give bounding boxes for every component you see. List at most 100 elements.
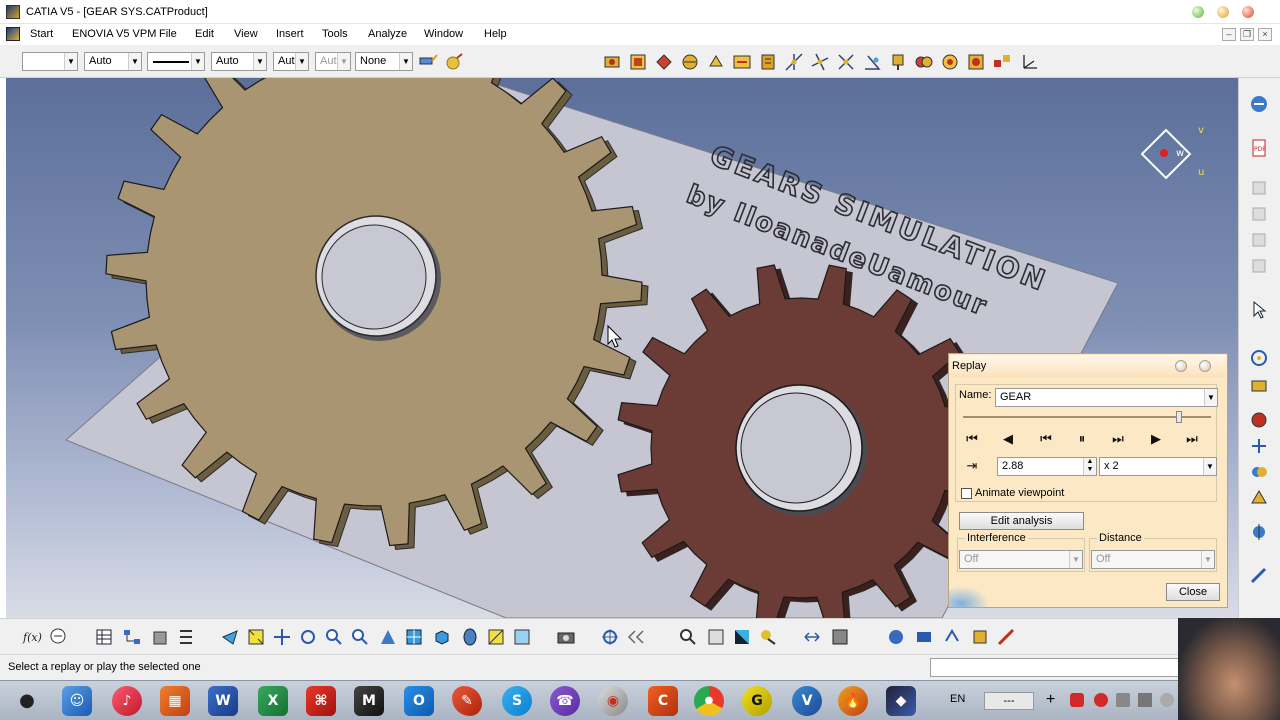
menu-edit[interactable]: Edit bbox=[195, 28, 214, 40]
compass-widget[interactable]: w v u bbox=[1140, 124, 1220, 184]
pdf-export-icon[interactable]: PDF bbox=[1249, 138, 1269, 158]
assembly-workbench-icon[interactable] bbox=[1249, 94, 1269, 114]
clash-analysis-icon[interactable] bbox=[706, 627, 726, 647]
linetype-combo[interactable]: ▼ bbox=[147, 52, 205, 71]
tree-expand-icon[interactable] bbox=[122, 627, 142, 647]
contact-constraint-icon[interactable] bbox=[810, 52, 830, 72]
sectioning-icon[interactable] bbox=[1249, 488, 1269, 508]
loop-mode-icon[interactable]: ⇥ bbox=[961, 457, 983, 477]
menu-start[interactable]: Start bbox=[30, 28, 53, 40]
catia-taskbar-icon[interactable]: ◆ bbox=[886, 686, 916, 716]
simulation-icon[interactable] bbox=[830, 627, 850, 647]
pan-icon[interactable] bbox=[272, 627, 292, 647]
step-value-input[interactable]: 2.88 ▲ ▼ bbox=[997, 457, 1097, 476]
capture-icon[interactable] bbox=[556, 627, 576, 647]
fly-mode-icon[interactable] bbox=[220, 627, 240, 647]
layout-icon[interactable] bbox=[176, 627, 196, 647]
fit-all-in-icon[interactable] bbox=[246, 627, 266, 647]
menu-insert[interactable]: Insert bbox=[276, 28, 304, 40]
reuse-pattern-icon[interactable] bbox=[992, 52, 1012, 72]
power-input-field[interactable] bbox=[930, 658, 1180, 677]
stop-manipulate-on-clash-icon[interactable] bbox=[1249, 436, 1269, 456]
swap-visible-space-icon[interactable] bbox=[512, 627, 532, 647]
knowledge-advisor-icon[interactable] bbox=[48, 627, 68, 647]
ccleaner-icon[interactable]: C bbox=[648, 686, 678, 716]
acrobat-icon[interactable]: ⌘ bbox=[306, 686, 336, 716]
replay-slider-track[interactable] bbox=[963, 416, 1211, 418]
inkscape-icon[interactable]: ✎ bbox=[452, 686, 482, 716]
menu-window[interactable]: Window bbox=[424, 28, 463, 40]
viber-icon[interactable]: ☎ bbox=[550, 686, 580, 716]
replay-slider-thumb[interactable] bbox=[1175, 411, 1182, 423]
dialog-minimize-button[interactable] bbox=[1175, 360, 1187, 372]
excel-icon[interactable]: X bbox=[258, 686, 288, 716]
edit-analysis-button[interactable]: Edit analysis bbox=[959, 512, 1084, 530]
hide-show-icon[interactable] bbox=[486, 627, 506, 647]
jump-to-end-button[interactable]: ⏭ bbox=[1181, 430, 1203, 450]
track-icon[interactable] bbox=[942, 627, 962, 647]
sequence-icon[interactable] bbox=[914, 627, 934, 647]
zoom-in-icon[interactable] bbox=[324, 627, 344, 647]
material-icon[interactable] bbox=[732, 627, 752, 647]
apple-menu-icon[interactable]: ● bbox=[12, 686, 38, 716]
tray-app-icon[interactable] bbox=[1070, 693, 1084, 707]
animate-viewpoint-checkbox[interactable] bbox=[961, 488, 972, 499]
device-icon[interactable] bbox=[886, 627, 906, 647]
iso-view-icon[interactable] bbox=[432, 627, 452, 647]
office-icon[interactable]: ▦ bbox=[160, 686, 190, 716]
fix-component-icon[interactable] bbox=[888, 52, 908, 72]
play-forward-button[interactable]: ▶ bbox=[1145, 430, 1167, 450]
layer-combo[interactable]: None ▼ bbox=[355, 52, 413, 71]
mdi-close-button[interactable]: × bbox=[1258, 28, 1272, 41]
catia-logo-icon[interactable] bbox=[6, 27, 20, 41]
scene-icon[interactable] bbox=[150, 627, 170, 647]
chrome-icon[interactable]: ● bbox=[694, 686, 724, 716]
outlook-icon[interactable]: O bbox=[404, 686, 434, 716]
apply-material-icon[interactable] bbox=[758, 627, 778, 647]
skype-icon[interactable]: S bbox=[502, 686, 532, 716]
distance-analysis-icon[interactable] bbox=[1249, 522, 1269, 542]
menu-analyze[interactable]: Analyze bbox=[368, 28, 407, 40]
minimize-window-button[interactable] bbox=[1192, 6, 1204, 18]
angle-constraint-icon[interactable] bbox=[862, 52, 882, 72]
axis-system-icon[interactable] bbox=[1020, 52, 1040, 72]
close-button[interactable]: Close bbox=[1166, 583, 1220, 601]
undo-icon[interactable] bbox=[626, 627, 646, 647]
quick-constraint-icon[interactable] bbox=[940, 52, 960, 72]
replace-component-icon[interactable] bbox=[706, 52, 726, 72]
menu-view[interactable]: View bbox=[234, 28, 258, 40]
step-backward-button[interactable]: ⏮ bbox=[1035, 430, 1057, 450]
thickness-combo[interactable]: Auto ▼ bbox=[211, 52, 267, 71]
rotate-icon[interactable] bbox=[298, 627, 318, 647]
transparency-combo[interactable]: Auto ▼ bbox=[84, 52, 142, 71]
explode-icon[interactable] bbox=[1249, 410, 1269, 430]
jump-to-start-button[interactable]: ⏮ bbox=[961, 430, 983, 450]
graph-tree-reorder-icon[interactable] bbox=[732, 52, 752, 72]
menu-file[interactable]: File bbox=[159, 28, 177, 40]
add-icon[interactable]: + bbox=[1046, 691, 1055, 709]
garmin-icon[interactable]: G bbox=[742, 686, 772, 716]
close-window-button[interactable] bbox=[1242, 6, 1254, 18]
itunes-icon[interactable]: ♪ bbox=[112, 686, 142, 716]
new-product-icon[interactable] bbox=[654, 52, 674, 72]
coincidence-constraint-icon[interactable] bbox=[784, 52, 804, 72]
tray-network-icon[interactable] bbox=[1116, 693, 1130, 707]
menu-help[interactable]: Help bbox=[484, 28, 507, 40]
flexible-rigid-icon[interactable] bbox=[966, 52, 986, 72]
pause-button[interactable]: ⏸ bbox=[1071, 430, 1093, 450]
measure-icon[interactable] bbox=[1249, 566, 1269, 586]
compass-tool-icon[interactable] bbox=[600, 627, 620, 647]
edit-simulation-icon[interactable] bbox=[996, 627, 1016, 647]
color-combo[interactable]: ▼ bbox=[22, 52, 78, 71]
shading-icon[interactable] bbox=[460, 627, 480, 647]
play-backward-button[interactable]: ◀ bbox=[997, 430, 1019, 450]
word-icon[interactable]: W bbox=[208, 686, 238, 716]
mdi-minimize-button[interactable]: – bbox=[1222, 28, 1236, 41]
search-icon[interactable] bbox=[678, 627, 698, 647]
graphic-properties-icon[interactable] bbox=[444, 52, 464, 72]
maximize-window-button[interactable] bbox=[1217, 6, 1229, 18]
manipulation-icon[interactable] bbox=[1249, 348, 1269, 368]
replay-dialog-titlebar[interactable]: Replay bbox=[950, 355, 1226, 377]
menu-tools[interactable]: Tools bbox=[322, 28, 348, 40]
normal-view-icon[interactable] bbox=[378, 627, 398, 647]
